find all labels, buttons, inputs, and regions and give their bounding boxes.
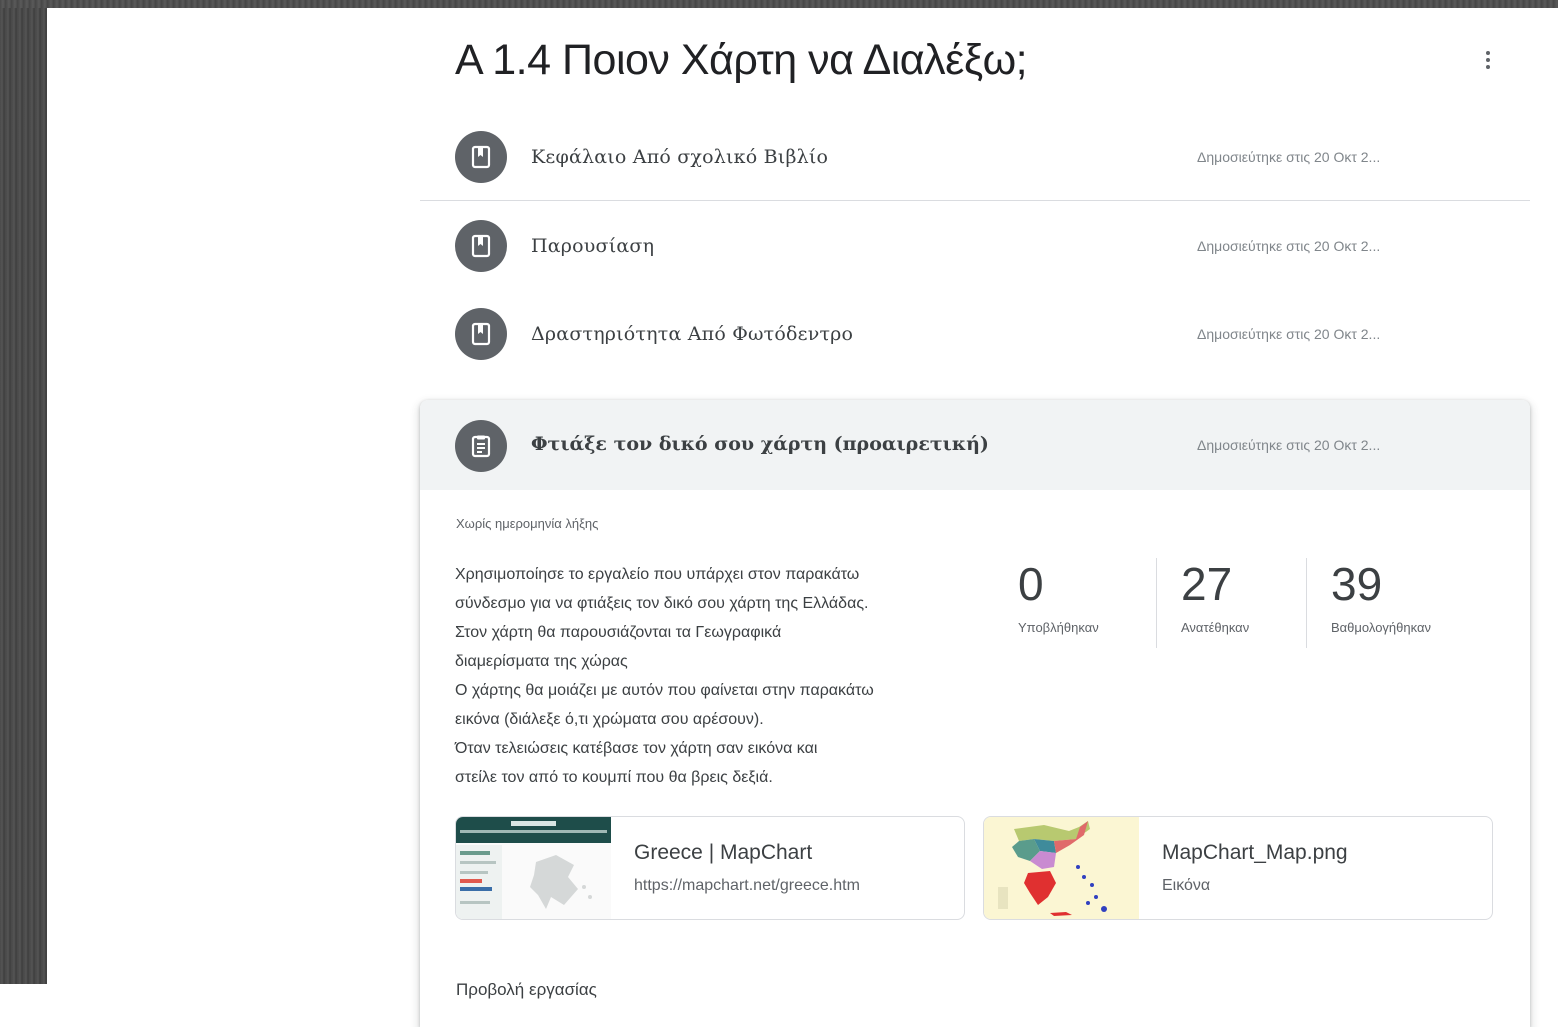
link-thumbnail [456,817,611,919]
assignment-icon [455,420,507,472]
attachment-type: Εικόνα [1162,877,1211,894]
attachment-url: https://mapchart.net/greece.htm [634,877,860,894]
material-title: Παρουσίαση [531,235,655,257]
stat-graded[interactable]: 39 Βαθμολογήθηκαν [1306,558,1496,648]
assignment-posted-date: Δημοσιεύτηκε στις 20 Οκτ 2... [1197,437,1381,453]
stat-label: Ανατέθηκαν [1181,620,1250,635]
stat-assigned[interactable]: 27 Ανατέθηκαν [1156,558,1306,648]
classwork-page: Α 1.4 Ποιον Χάρτη να Διαλέξω; Κεφάλαιο Α… [47,8,1558,1027]
stat-value: 27 [1181,558,1233,610]
description-line: Χρησιμοποίησε το εργαλείο που υπάρχει στ… [455,566,860,583]
due-date: Χωρίς ημερομηνία λήξης [456,516,599,531]
material-book-icon [455,308,507,360]
topic-title: Α 1.4 Ποιον Χάρτη να Διαλέξω; [455,36,1028,84]
material-posted-date: Δημοσιεύτηκε στις 20 Οκτ 2... [1197,238,1381,254]
description-line: διαμερίσματα της χώρας [455,653,628,670]
description-line: Στον χάρτη θα παρουσιάζονται τα Γεωγραφι… [455,624,782,641]
view-assignment-link[interactable]: Προβολή εργασίας [456,980,597,1000]
assignment-header[interactable]: Φτιάξε τον δικό σου χάρτη (προαιρετική) … [420,400,1530,490]
material-row[interactable]: Κεφάλαιο Από σχολικό Βιβλίο Δημοσιεύτηκε… [420,113,1530,201]
material-posted-date: Δημοσιεύτηκε στις 20 Οκτ 2... [1197,326,1381,342]
description-line: Ο χάρτης θα μοιάζει με αυτόν που φαίνετα… [455,682,874,699]
image-thumbnail [984,817,1139,919]
stat-label: Υποβλήθηκαν [1018,620,1099,635]
attachment-image[interactable]: MapChart_Map.png Εικόνα [983,816,1493,920]
divider [420,200,1530,201]
stat-value: 39 [1331,558,1383,610]
stat-label: Βαθμολογήθηκαν [1331,620,1431,635]
description-line: στείλε τον από το κουμπί που θα βρεις δε… [455,769,773,786]
attachment-link[interactable]: Greece | MapChart https://mapchart.net/g… [455,816,965,920]
description-line: Όταν τελειώσεις κατέβασε τον χάρτη σαν ε… [455,740,818,757]
attachment-title: MapChart_Map.png [1162,841,1348,864]
material-row[interactable]: Παρουσίαση Δημοσιεύτηκε στις 20 Οκτ 2... [420,202,1530,290]
material-book-icon [455,131,507,183]
assignment-stats: 0 Υποβλήθηκαν 27 Ανατέθηκαν 39 Βαθμολογή… [1010,558,1496,648]
description-line: εικόνα (διάλεξε ό,τι χρώματα σου αρέσουν… [455,711,764,728]
material-posted-date: Δημοσιεύτηκε στις 20 Οκτ 2... [1197,149,1381,165]
material-book-icon [455,220,507,272]
material-title: Δραστηριότητα Από Φωτόδεντρο [531,323,854,345]
assignment-card: Φτιάξε τον δικό σου χάρτη (προαιρετική) … [420,400,1530,1027]
description-line: σύνδεσμο για να φτιάξεις τον δικό σου χά… [455,595,869,612]
more-options-icon[interactable] [1478,44,1498,76]
assignment-description: Χρησιμοποίησε το εργαλείο που υπάρχει στ… [455,560,975,792]
stat-value: 0 [1018,558,1044,610]
stat-handed-in[interactable]: 0 Υποβλήθηκαν [1010,558,1156,648]
material-title: Κεφάλαιο Από σχολικό Βιβλίο [531,146,829,168]
attachment-title: Greece | MapChart [634,841,813,864]
assignment-title: Φτιάξε τον δικό σου χάρτη (προαιρετική) [531,433,989,455]
material-row[interactable]: Δραστηριότητα Από Φωτόδεντρο Δημοσιεύτηκ… [420,290,1530,378]
